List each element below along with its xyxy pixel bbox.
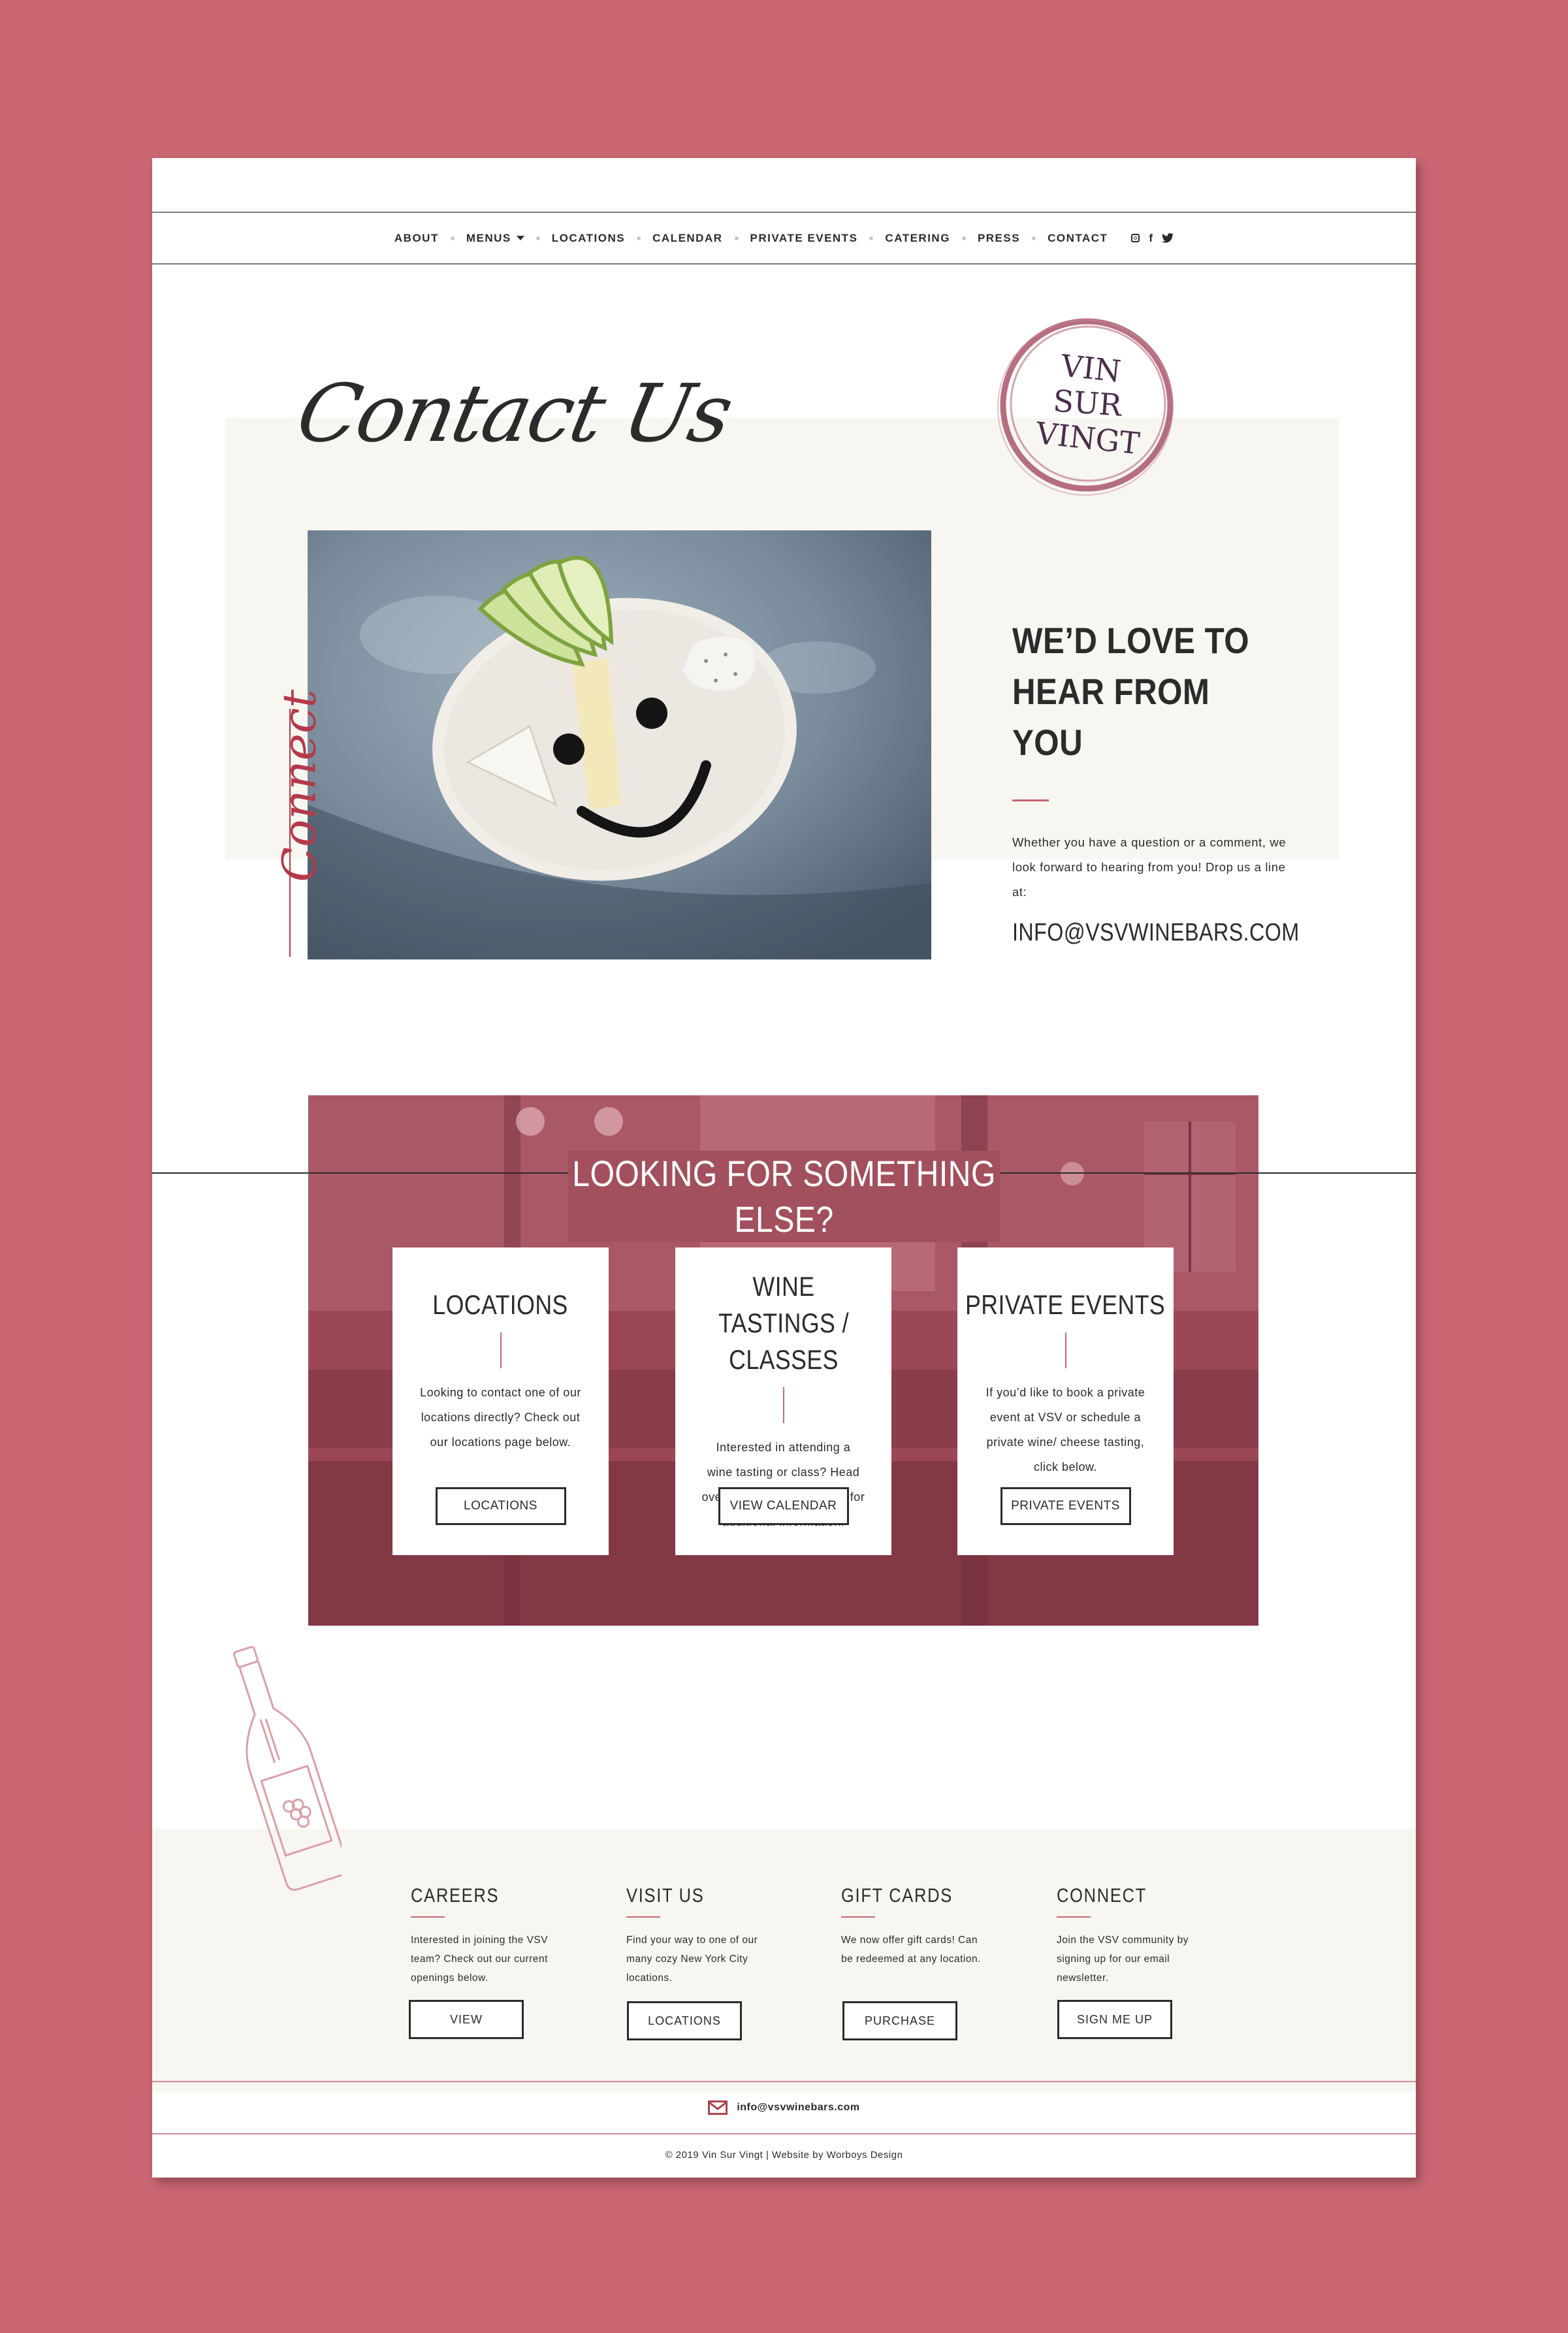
nav-menus-label: MENUS — [466, 231, 511, 244]
footer-col-rule — [1057, 1916, 1091, 1918]
chevron-down-icon — [516, 236, 524, 240]
connect-divider — [289, 709, 291, 957]
hero-heading: WE’D LOVE TO HEAR FROM YOU — [1012, 620, 1250, 763]
footer-careers: CAREERS Interested in joining the VSV te… — [411, 1885, 581, 1987]
footer-gift-cards: GIFT CARDS We now offer gift cards! Can … — [841, 1885, 1011, 1969]
wine-tastings-card: WINE TASTINGS / CLASSES Interested in at… — [675, 1247, 891, 1555]
footer-locations-button[interactable]: LOCATIONS — [627, 2001, 742, 2040]
nav-about-label: ABOUT — [394, 231, 439, 244]
page-title: Contact Us — [289, 367, 739, 460]
nav-calendar-label: CALENDAR — [652, 231, 723, 244]
private-events-button[interactable]: PRIVATE EVENTS — [1000, 1487, 1131, 1525]
cheese-plate-photo — [308, 530, 931, 959]
else-section-title: LOOKING FOR SOMETHING ELSE? — [568, 1151, 1000, 1242]
footer-col-body: Find your way to one of our many cozy Ne… — [626, 1935, 758, 1984]
instagram-icon[interactable] — [1131, 234, 1140, 242]
nav-private-events-label: PRIVATE EVENTS — [750, 231, 858, 244]
wine-bottle-illustration — [232, 1646, 342, 1891]
nav-separator — [869, 236, 874, 240]
footer-col-rule — [626, 1916, 660, 1918]
locations-card: LOCATIONS Looking to contact one of our … — [392, 1247, 609, 1555]
nav-about[interactable]: ABOUT — [394, 232, 439, 245]
nav-locations-label: LOCATIONS — [551, 231, 626, 244]
nav-calendar[interactable]: CALENDAR — [652, 232, 722, 245]
card-body: If you’d like to book a private event at… — [985, 1386, 1145, 1473]
copyright-text: © 2019 Vin Sur Vingt | Website by Worboy… — [665, 2149, 903, 2161]
private-events-card: PRIVATE EVENTS If you’d like to book a p… — [957, 1247, 1174, 1555]
nav-locations[interactable]: LOCATIONS — [552, 232, 625, 245]
footer-connect: CONNECT Join the VSV community by signin… — [1057, 1885, 1226, 1987]
nav-contact[interactable]: CONTACT — [1048, 232, 1108, 245]
connect-script-label: Connect — [229, 690, 327, 882]
card-divider — [500, 1332, 502, 1368]
nav-press[interactable]: PRESS — [978, 232, 1020, 245]
nav-menus[interactable]: MENUS — [466, 232, 524, 245]
footer-email-bar: info@vsvwinebars.com — [152, 2081, 1416, 2134]
social-links: f — [1131, 232, 1174, 245]
footer-col-title: VISIT US — [626, 1885, 705, 1907]
footer-col-body: We now offer gift cards! Can be redeemed… — [841, 1935, 981, 1965]
vin-sur-vingt-logo[interactable]: VIN SUR VINGT — [992, 310, 1181, 500]
card-body: Looking to contact one of our locations … — [420, 1386, 581, 1449]
card-title: WINE TASTINGS / CLASSES — [697, 1268, 870, 1378]
locations-button[interactable]: LOCATIONS — [435, 1487, 566, 1525]
nav-separator — [734, 236, 739, 240]
nav-separator — [1032, 236, 1036, 240]
contact-email-link[interactable]: INFO@VSVWINEBARS.COM — [1012, 919, 1299, 947]
card-title: LOCATIONS — [432, 1289, 569, 1320]
hero-body: Whether you have a question or a comment… — [1012, 835, 1287, 899]
nav-separator — [637, 236, 641, 240]
twitter-icon[interactable] — [1162, 233, 1174, 243]
heading-rule — [1012, 799, 1049, 801]
purchase-button[interactable]: PURCHASE — [842, 2001, 957, 2040]
footer-col-body: Interested in joining the VSV team? Chec… — [411, 1935, 549, 1984]
nav-contact-label: CONTACT — [1048, 231, 1108, 244]
card-title-text: WINE TASTINGS / CLASSES — [718, 1271, 849, 1375]
logo-line-3: VINGT — [1034, 415, 1142, 461]
footer-col-title: CONNECT — [1057, 1885, 1147, 1907]
facebook-icon[interactable]: f — [1149, 232, 1153, 245]
card-title: PRIVATE EVENTS — [965, 1289, 1166, 1320]
nav-private-events[interactable]: PRIVATE EVENTS — [750, 232, 858, 245]
footer-col-body: Join the VSV community by signing up for… — [1057, 1935, 1189, 1984]
hero-text-block: WE’D LOVE TO HEAR FROM YOU Whether you h… — [1012, 615, 1299, 947]
logo-line-2: SUR — [1052, 383, 1124, 423]
footer-visit-us: VISIT US Find your way to one of our man… — [626, 1885, 796, 1987]
logo-line-1: VIN — [1059, 347, 1123, 389]
careers-view-button[interactable]: VIEW — [409, 2000, 524, 2039]
nav-catering[interactable]: CATERING — [885, 232, 950, 245]
footer-col-title: CAREERS — [411, 1885, 500, 1907]
card-divider — [1064, 1332, 1066, 1368]
footer-col-title: GIFT CARDS — [841, 1885, 953, 1907]
nav-separator — [961, 236, 966, 240]
footer-col-rule — [411, 1916, 445, 1918]
nav-separator — [450, 236, 455, 240]
card-divider — [782, 1387, 784, 1423]
sign-me-up-button[interactable]: SIGN ME UP — [1057, 2000, 1172, 2039]
footer-email-link[interactable]: info@vsvwinebars.com — [737, 2102, 859, 2114]
footer-col-rule — [841, 1916, 875, 1918]
view-calendar-button[interactable]: VIEW CALENDAR — [718, 1487, 849, 1525]
page-canvas: ABOUT MENUS LOCATIONS CALENDAR PRIVATE E… — [152, 158, 1416, 2178]
nav-separator — [536, 236, 540, 240]
nav-press-label: PRESS — [977, 231, 1021, 244]
nav-catering-label: CATERING — [885, 231, 950, 244]
main-nav: ABOUT MENUS LOCATIONS CALENDAR PRIVATE E… — [152, 212, 1416, 265]
connect-script-text: Connect — [272, 689, 327, 882]
envelope-icon — [708, 2100, 728, 2115]
